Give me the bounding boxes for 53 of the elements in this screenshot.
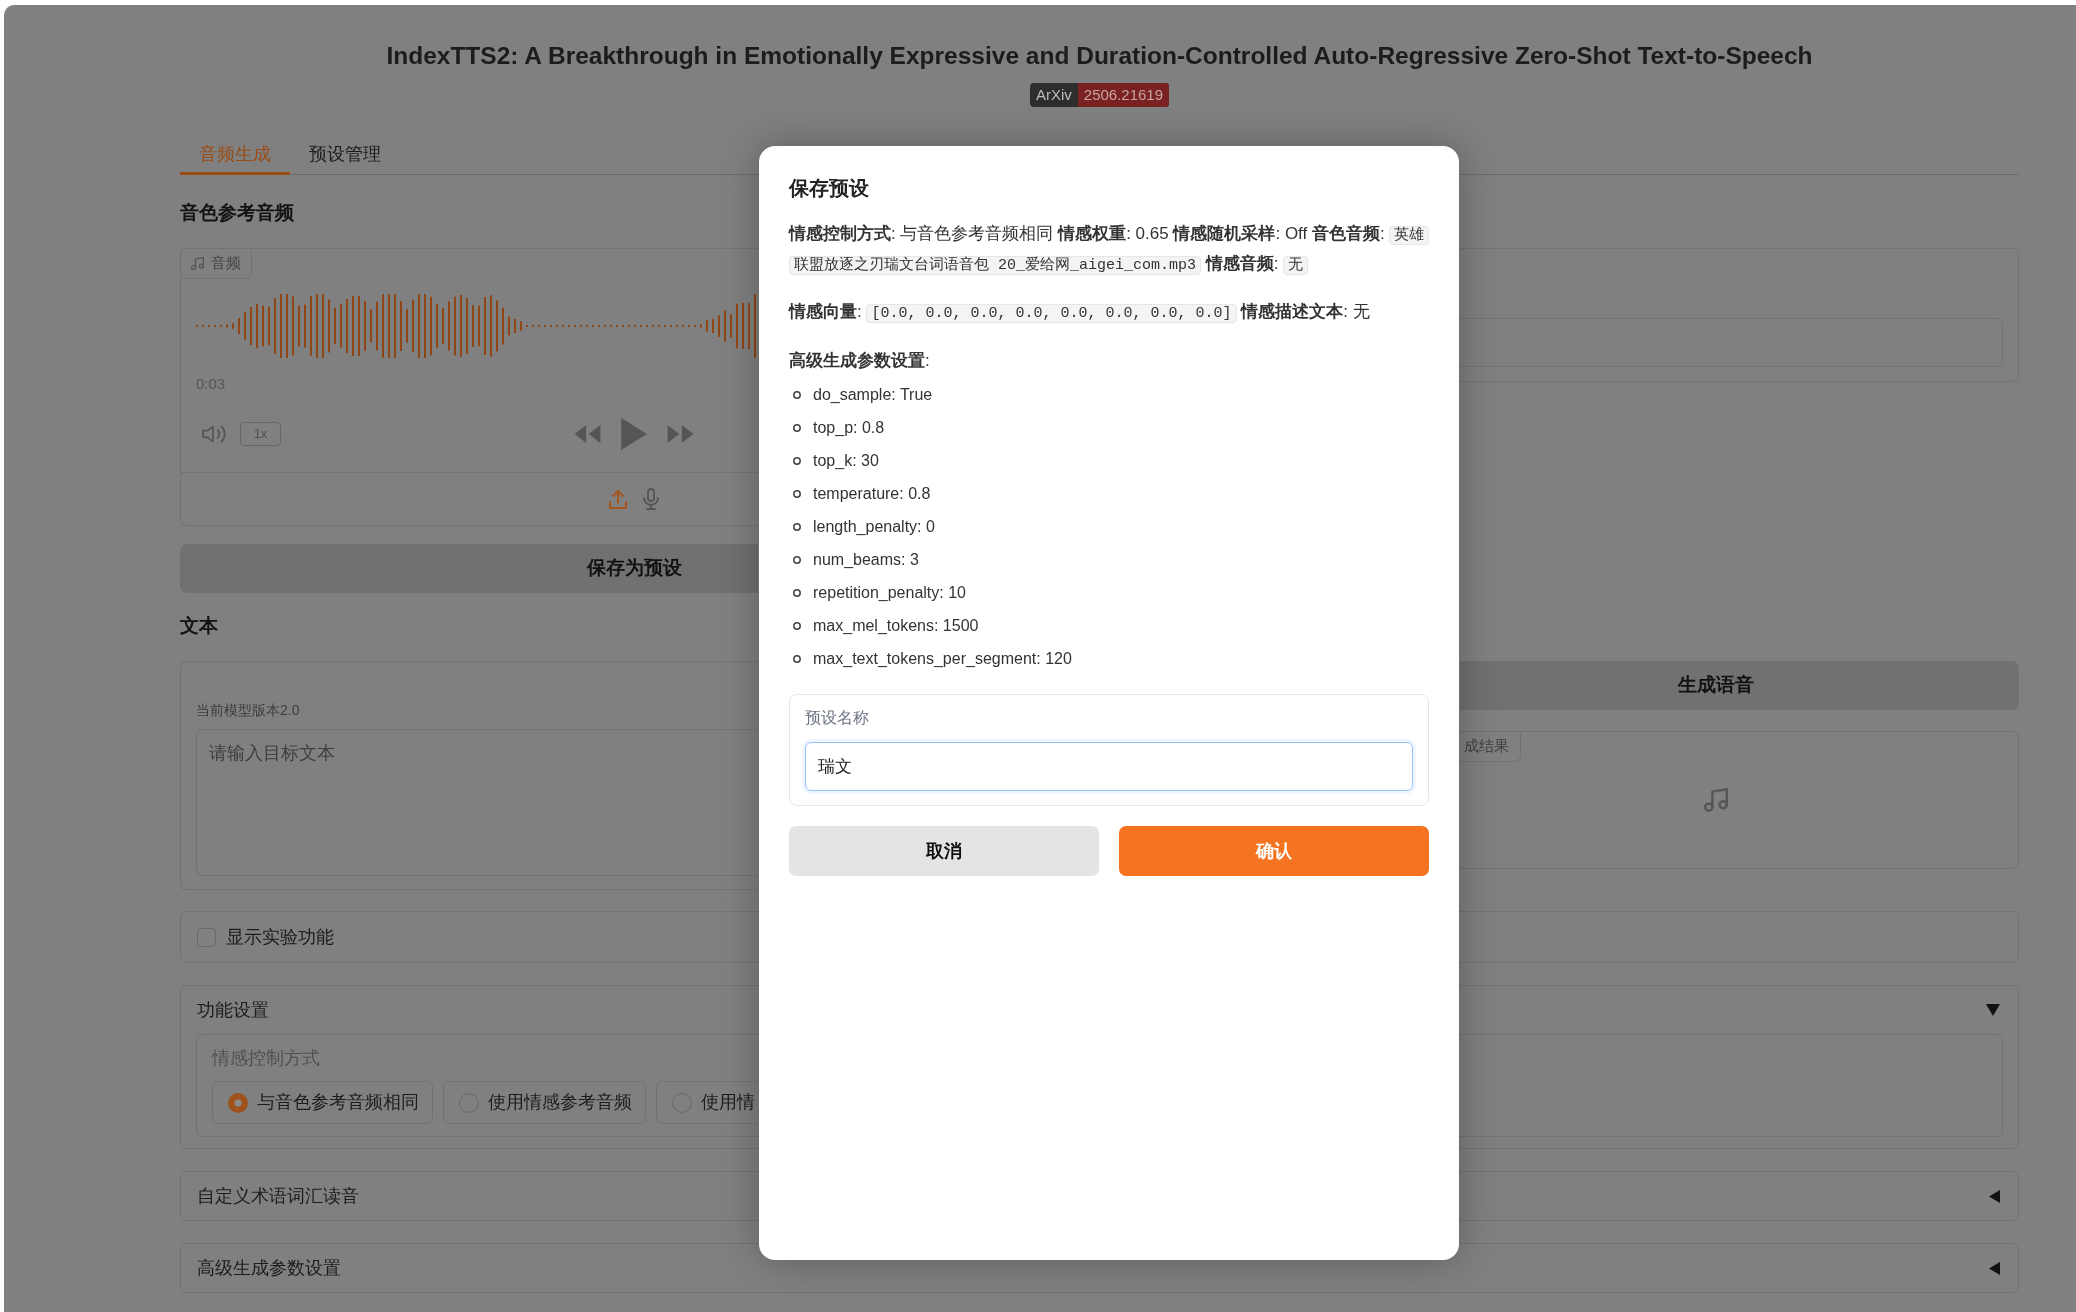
- tab[interactable]: 预设管理: [290, 137, 400, 175]
- music-note-icon: [1703, 788, 1728, 812]
- bullet-icon: [793, 588, 801, 597]
- param-item: temperature: 0.8: [813, 483, 931, 504]
- radio-option[interactable]: 与音色参考音频相同: [212, 1081, 433, 1124]
- upload-icon[interactable]: [609, 489, 627, 509]
- checkbox-label[interactable]: 显示实验功能: [226, 923, 334, 951]
- bullet-icon: [793, 489, 801, 498]
- bullet-icon: [793, 555, 801, 564]
- param-item: do_sample: True: [813, 384, 933, 405]
- microphone-icon[interactable]: [643, 488, 659, 510]
- params-heading: 高级生成参数设置:: [789, 350, 931, 372]
- radio-icon[interactable]: [228, 1092, 248, 1113]
- paper-badge-link[interactable]: ArXiv 2506.21619: [1029, 83, 1170, 107]
- accordion-toggle[interactable]: 功能设置: [181, 986, 2018, 1034]
- generate-button[interactable]: 生成语音: [1460, 661, 2019, 710]
- radio-option[interactable]: 使用情感参考音频: [443, 1081, 646, 1124]
- fast-forward-icon[interactable]: [666, 425, 695, 443]
- param-item: max_text_tokens_per_segment: 120: [813, 648, 1072, 669]
- section-heading: 文本: [180, 614, 218, 638]
- input-field[interactable]: [1460, 318, 2003, 367]
- page-title: IndexTTS2: A Breakthrough in Emotionally Expressive and Duration-Controlled Auto-Regressive Zero-Shot Text-to-Speech: [386, 41, 1813, 71]
- param-item: top_k: 30: [813, 450, 879, 471]
- bullet-icon: [793, 456, 801, 465]
- text-input-field[interactable]: 请输入目标文本: [196, 729, 758, 876]
- bullet-icon: [793, 522, 801, 531]
- preset-name-field[interactable]: 瑞文: [805, 742, 1413, 791]
- param-item: repetition_penalty: 10: [813, 582, 966, 603]
- bullet-icon: [793, 423, 801, 432]
- save-preset-button[interactable]: 保存为预设: [180, 544, 758, 593]
- bullet-icon: [793, 621, 801, 630]
- bullet-icon: [793, 654, 801, 663]
- confirm-button[interactable]: 确认: [1119, 826, 1429, 876]
- accordion-toggle[interactable]: 高级生成参数设置: [181, 1244, 2018, 1292]
- field-label: 预设名称: [805, 708, 869, 728]
- music-note-icon: [191, 257, 204, 270]
- volume-icon[interactable]: [202, 425, 227, 443]
- cancel-button[interactable]: 取消: [789, 826, 1099, 876]
- output-label: 成结果: [1460, 732, 1521, 762]
- bullet-icon: [793, 390, 801, 399]
- model-version-info: 当前模型版本2.0: [196, 701, 300, 719]
- accordion-toggle[interactable]: 自定义术语词汇读音: [181, 1172, 2018, 1220]
- audio-label: 音频: [211, 253, 241, 274]
- radio-option[interactable]: 使用情: [656, 1081, 758, 1124]
- rewind-icon[interactable]: [573, 425, 602, 443]
- param-item: max_mel_tokens: 1500: [813, 615, 979, 636]
- dialog-title: 保存预设: [789, 176, 869, 201]
- summary-text: 情感向量: [0.0, 0.0, 0.0, 0.0, 0.0, 0.0, 0.0, 0.0] 情感描述文本: 无: [789, 301, 1371, 325]
- section-heading: 音色参考音频: [180, 201, 294, 225]
- param-item: num_beams: 3: [813, 549, 919, 570]
- param-item: length_penalty: 0: [813, 516, 935, 537]
- play-icon[interactable]: [621, 418, 647, 450]
- param-item: top_p: 0.8: [813, 417, 885, 438]
